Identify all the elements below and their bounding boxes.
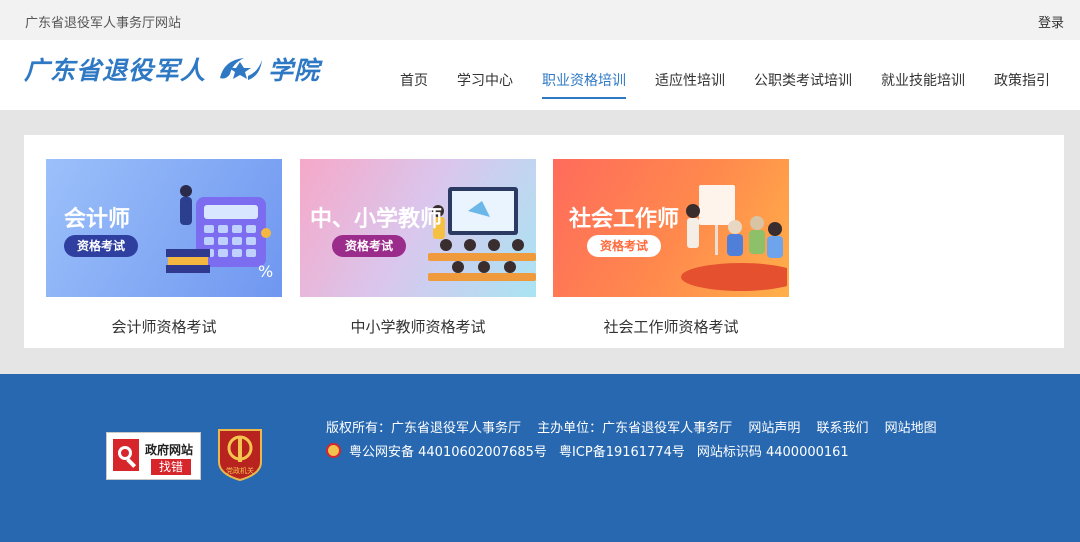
- footer-info-row: 版权所有：广东省退役军人事务厅 主办单位：广东省退役军人事务厅 网站声明 联系我…: [326, 417, 949, 436]
- icp-record-link[interactable]: 粤ICP备19161774号: [559, 441, 685, 460]
- site-name: 广东省退役军人事务厅网站: [25, 16, 182, 31]
- course-caption[interactable]: 社会工作师资格考试: [553, 316, 789, 337]
- course-caption[interactable]: 中小学教师资格考试: [300, 316, 536, 337]
- card-pill: 资格考试: [332, 235, 407, 257]
- card-title: 中、小学教师: [310, 207, 443, 232]
- nav-learning-center[interactable]: 学习中心: [457, 70, 513, 99]
- nav-home[interactable]: 首页: [400, 70, 428, 99]
- classroom-illustration-icon: [428, 187, 536, 281]
- course-caption[interactable]: 会计师资格考试: [46, 316, 282, 337]
- gov-website-error-badge[interactable]: 政府网站 找错: [106, 432, 201, 480]
- card-pill: 资格考试: [64, 235, 139, 257]
- footer: 政府网站 找错 党政机关 版权所有：广东省退役军人事务厅 主办单位：广东省退役军…: [0, 374, 1080, 542]
- logo-star-icon: [220, 58, 263, 80]
- card-title: 会计师: [64, 207, 131, 232]
- nav-policy-guide[interactable]: 政策指引: [994, 70, 1050, 99]
- party-government-badge[interactable]: 党政机关: [217, 426, 263, 482]
- nav-civil-service-exam[interactable]: 公职类考试培训: [754, 70, 852, 99]
- calculator-illustration-icon: %: [166, 185, 273, 281]
- party-badge-label: 党政机关: [226, 466, 254, 475]
- footer-record-row: 粤公网安备 44010602007685号 粤ICP备19161774号 网站标…: [326, 441, 861, 460]
- course-thumbnail: % 会计师 资格考试: [46, 159, 282, 297]
- logo[interactable]: 广东省退役军人 学院: [24, 52, 320, 86]
- login-link[interactable]: 登录: [1038, 12, 1064, 31]
- course-card-accountant[interactable]: % 会计师 资格考试 会计师资格考试: [46, 159, 282, 337]
- police-badge-icon: [326, 443, 341, 458]
- course-card-teacher[interactable]: 中、小学教师 资格考试 中小学教师资格考试: [300, 159, 536, 337]
- card-pill: 资格考试: [587, 235, 662, 257]
- nav-employment-skills[interactable]: 就业技能培训: [881, 70, 965, 99]
- contact-us-link[interactable]: 联系我们: [816, 421, 868, 436]
- course-thumbnail: 中、小学教师 资格考试: [300, 159, 536, 297]
- party-emblem-icon: 党政机关: [218, 429, 262, 482]
- card-title: 社会工作师: [569, 207, 680, 232]
- nav-vocational-qualification[interactable]: 职业资格培训: [542, 70, 626, 99]
- svg-text:%: %: [258, 262, 273, 281]
- site-statement-link[interactable]: 网站声明: [748, 421, 800, 436]
- host-text: 主办单位：广东省退役军人事务厅: [537, 421, 733, 436]
- course-thumbnail: 社会工作师 资格考试: [553, 159, 789, 297]
- copyright-text: 版权所有：广东省退役军人事务厅: [326, 421, 522, 436]
- site-code-text: 网站标识码 4400000161: [696, 445, 849, 460]
- gov-badge-line2: 找错: [151, 459, 192, 475]
- nav-adaptive-training[interactable]: 适应性培训: [655, 70, 725, 99]
- course-panel: % 会计师 资格考试 会计师资格考试 中、小学教师 资格考试 中小学教师资格考试…: [24, 135, 1064, 348]
- main-nav: 首页 学习中心 职业资格培训 适应性培训 公职类考试培训 就业技能培训 政策指引: [371, 70, 1050, 99]
- magnifier-icon: [113, 439, 139, 471]
- top-bar: 广东省退役军人事务厅网站 登录: [0, 0, 1080, 40]
- meeting-illustration-icon: [681, 185, 787, 291]
- header: 广东省退役军人 学院 首页 学习中心 职业资格培训 适应性培训 公职类考试培训 …: [0, 40, 1080, 110]
- course-card-social-worker[interactable]: 社会工作师 资格考试 社会工作师资格考试: [553, 159, 789, 337]
- police-record-link[interactable]: 粤公网安备 44010602007685号: [349, 441, 547, 460]
- gov-badge-line1: 政府网站: [145, 443, 194, 457]
- sitemap-link[interactable]: 网站地图: [885, 421, 937, 436]
- logo-text-right: 学院: [268, 56, 321, 85]
- logo-text-left: 广东省退役军人: [24, 56, 207, 85]
